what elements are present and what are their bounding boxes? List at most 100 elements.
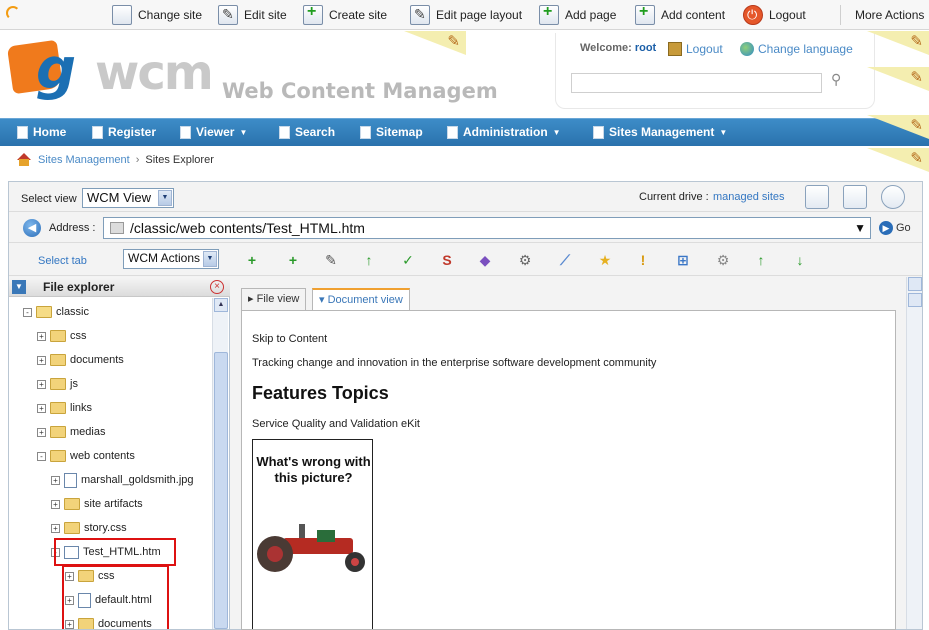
tree-node-label: web contents [70,450,135,462]
publish-icon[interactable]: S [436,249,458,271]
upload-icon[interactable]: ↑ [358,249,380,271]
page-icon [92,125,103,139]
nav-viewer[interactable]: Viewer ▼ [180,125,247,139]
tree-node-links[interactable]: + links [37,398,92,418]
home-icon[interactable] [16,153,32,167]
collapse-icon[interactable]: - [37,451,46,461]
add-document-icon[interactable]: + [282,249,304,271]
collapse-icon[interactable]: - [23,307,32,317]
search-icon[interactable]: ⚲ [831,71,841,88]
windows-icon[interactable]: ⊞ [672,249,694,271]
close-icon[interactable]: × [210,280,224,294]
tree-node-medias[interactable]: + medias [37,422,105,442]
collapse-icon[interactable]: ▼ [12,280,26,294]
nav-administration[interactable]: Administration ▼ [447,125,561,139]
logout-button[interactable]: Logout [743,4,806,26]
nav-search[interactable]: Search [279,125,335,139]
edit-header-corner[interactable]: ✎ [404,31,466,55]
add-page-button[interactable]: Add page [539,3,616,26]
edit-search-corner[interactable]: ✎ [867,67,929,91]
expand-icon[interactable]: + [37,403,46,413]
nav-sites-management[interactable]: Sites Management ▼ [593,125,727,139]
edit-user-panel-corner[interactable]: ✎ [867,31,929,55]
select-view-dropdown[interactable]: WCM View ▼ [82,188,174,208]
add-content-icon [635,3,655,25]
expand-icon[interactable]: + [37,379,46,389]
features-heading: Features Topics [252,383,389,403]
media-folder-icon [50,426,66,438]
tag-icon[interactable]: ◆ [474,249,496,271]
search-input[interactable] [571,73,822,93]
expand-icon[interactable]: + [37,355,46,365]
tree-node-web-contents[interactable]: - web contents [37,446,135,466]
current-drive-link[interactable]: managed sites [713,191,785,203]
tree-node-classic[interactable]: - classic [23,302,89,322]
nav-sitemap[interactable]: Sitemap [360,125,423,139]
edit-breadcrumb-corner[interactable]: ✎ [867,148,929,172]
expand-icon[interactable]: + [37,331,46,341]
skip-to-content-link[interactable]: Skip to Content [252,333,327,345]
document-scrollbar[interactable] [906,277,922,629]
go-label: Go [896,222,911,234]
link-icon[interactable]: ⟋ [554,249,576,271]
links-folder-icon [50,402,66,414]
address-input[interactable]: /classic/web contents/Test_HTML.htm ▼ [103,217,871,239]
nav-register-label: Register [108,125,157,139]
tab-document-view[interactable]: ▾ Document view [312,288,410,310]
back-arrow-icon[interactable]: ◀ [23,219,41,237]
add-content-button[interactable]: Add content [635,3,725,26]
scroll-up-icon[interactable]: ▲ [214,298,228,312]
edit-page-layout-button[interactable]: Edit page layout [410,4,522,26]
actions-bar: Select tab WCM Actions ▼ + + ✎ ↑ ✓ S ◆ ⚙… [9,244,922,276]
move-down-icon[interactable]: ↓ [789,249,811,271]
site-header: g wcm Web Content Managem Welcome: root … [0,31,929,117]
scroll-up-icon[interactable] [908,277,922,291]
add-folder-icon[interactable]: + [241,249,263,271]
edit-document-icon[interactable]: ✎ [320,249,342,271]
create-site-button[interactable]: Create site [303,3,387,26]
wcm-actions-dropdown[interactable]: WCM Actions ▼ [123,249,219,269]
tree-node-marshall-goldsmith-jpg[interactable]: + marshall_goldsmith.jpg [51,470,194,490]
favorite-icon[interactable]: ★ [594,249,616,271]
logo-text: wcm [95,45,214,101]
tree-node-js[interactable]: + js [37,374,78,394]
edit-nav-corner[interactable]: ✎ [867,115,929,139]
nav-home[interactable]: Home [17,125,66,139]
expand-icon[interactable]: + [51,523,60,533]
tree-node-site-artifacts[interactable]: + site artifacts [51,494,143,514]
expand-icon[interactable]: + [51,475,60,485]
tree-node-story-css[interactable]: + story.css [51,518,127,538]
scroll-handle[interactable] [908,293,922,307]
move-up-icon[interactable]: ↑ [750,249,772,271]
header-logout-link[interactable]: Logout [668,42,723,56]
breadcrumb-sites-management[interactable]: Sites Management [38,154,130,166]
edit-site-button[interactable]: Edit site [218,4,287,26]
approve-icon[interactable]: ✓ [397,249,419,271]
settings-icon[interactable]: ⚙ [514,249,536,271]
change-language-link[interactable]: Change language [740,42,853,56]
refresh-icon[interactable] [805,185,829,209]
properties-icon[interactable]: ⚙ [712,249,734,271]
tab-file-view[interactable]: ▸ File view [241,288,307,310]
scrollbar-thumb[interactable] [214,352,228,629]
expand-icon[interactable]: + [51,499,60,509]
select-tab-link[interactable]: Select tab [38,255,87,267]
advertisement-banner[interactable]: What's wrong with this picture? [252,439,373,629]
tree-node-label: links [70,402,93,414]
tree-node-label: medias [70,426,106,438]
tree-node-css[interactable]: + css [37,326,87,346]
page-icon [17,125,28,139]
change-site-button[interactable]: Change site [112,4,202,26]
comment-icon[interactable]: ! [632,249,654,271]
tree-scrollbar[interactable]: ▲ [212,298,228,629]
tree-node-label: documents [70,354,124,366]
expand-icon[interactable]: + [37,427,46,437]
main-navigation: Home Register Viewer ▼ Search Sitemap Ad… [0,115,929,146]
chevron-down-icon[interactable]: ▼ [854,221,866,235]
go-button[interactable]: ▶ Go [879,221,911,235]
sync-icon[interactable] [843,185,867,209]
reload-icon[interactable] [881,185,905,209]
tree-node-documents[interactable]: + documents [37,350,124,370]
more-actions-button[interactable]: More Actions [855,4,924,26]
nav-register[interactable]: Register [92,125,156,139]
